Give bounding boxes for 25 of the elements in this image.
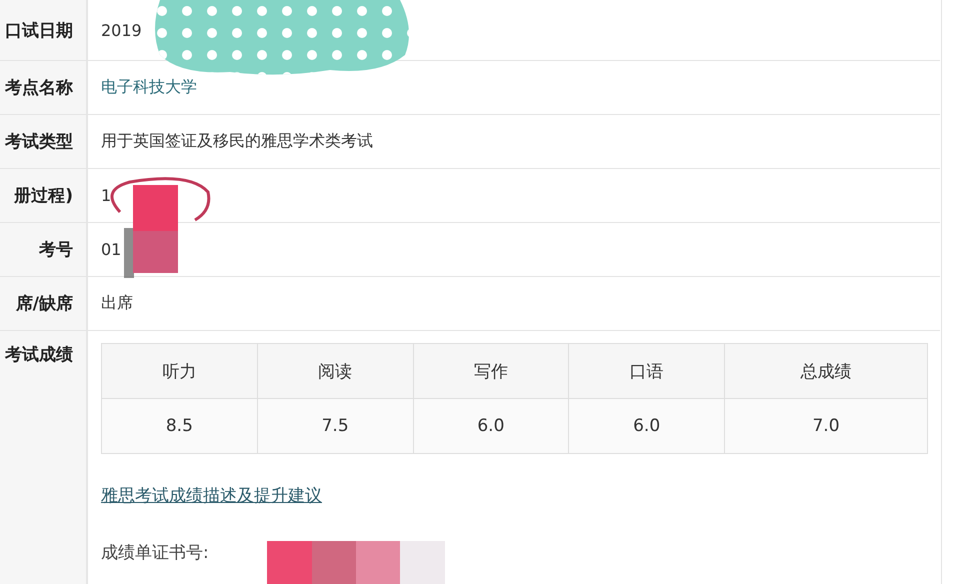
field-value: 出席: [101, 293, 133, 314]
field-label: 册过程): [14, 185, 73, 207]
field-value: 2019: [101, 20, 142, 40]
field-value: 01: [101, 240, 122, 259]
table-header-cell: 总成绩: [724, 344, 928, 398]
table-cell: 6.0: [413, 398, 569, 454]
field-label: 考号: [39, 239, 73, 261]
table-cell: 7.5: [257, 398, 413, 454]
field-label: 考试类型: [5, 131, 73, 153]
table-cell: 7.0: [724, 398, 928, 454]
table-header-cell: 写作: [413, 344, 569, 398]
field-label: 席/缺席: [16, 293, 73, 315]
field-label: 考点名称: [5, 77, 73, 99]
advice-link[interactable]: 雅思考试成绩描述及提升建议: [101, 484, 322, 507]
test-center-link[interactable]: 电子科技大学: [101, 77, 197, 98]
field-label: 口试日期: [5, 20, 73, 42]
field-value: 1: [101, 186, 112, 205]
table-cell: 8.5: [102, 398, 258, 454]
table-header-cell: 口语: [568, 344, 724, 398]
table-header-cell: 听力: [102, 344, 258, 398]
field-value: 用于英国签证及移民的雅思学术类考试: [101, 131, 373, 152]
table-header-cell: 阅读: [257, 344, 413, 398]
certificate-label: 成绩单证书号:: [101, 542, 209, 564]
table-cell: 6.0: [568, 398, 724, 454]
field-label: 考试成绩: [5, 344, 73, 366]
